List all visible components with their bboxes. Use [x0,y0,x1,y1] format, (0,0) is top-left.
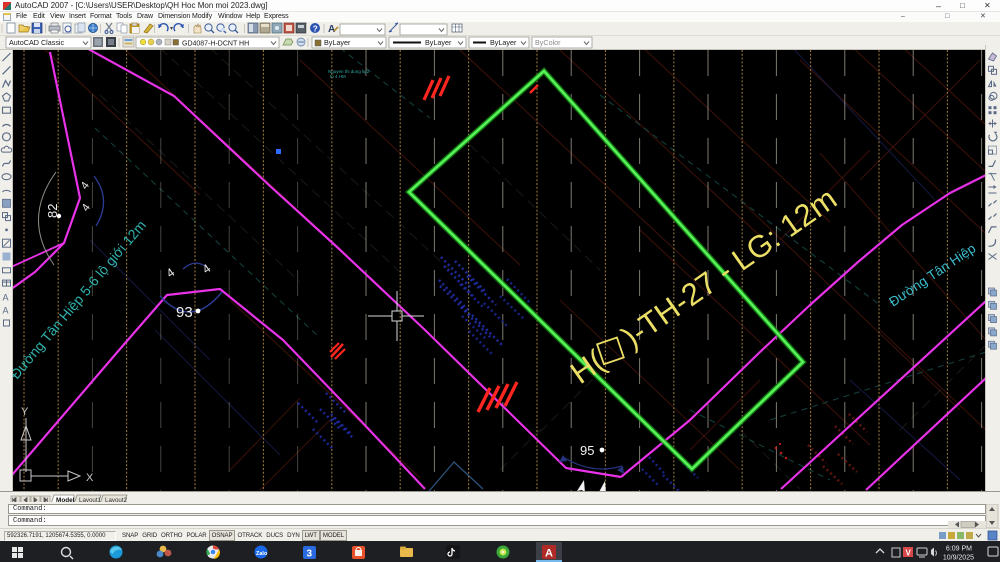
svg-text:93: 93 [176,304,193,321]
svg-text:AutoCAD Classic: AutoCAD Classic [9,38,65,47]
svg-text:V: V [906,549,912,558]
svg-text:Y: Y [21,406,29,418]
svg-text:4: 4 [79,180,92,192]
svg-text:A: A [545,548,553,560]
svg-text:3: 3 [307,549,313,560]
svg-text:6:09 PM: 6:09 PM [946,546,972,553]
svg-text:Đường Tân Hiệp: Đường Tân Hiệp [886,241,978,310]
svg-text:4: 4 [164,265,178,280]
svg-text:?: ? [313,24,318,34]
svg-text:to 4 HM: to 4 HM [330,74,346,79]
svg-text:95: 95 [580,443,594,458]
svg-text:ByLayer: ByLayer [425,38,452,47]
svg-text:A: A [328,24,335,35]
svg-text:A: A [3,306,9,316]
svg-text:Đường Tân Hiệp 5-6 lộ giới 12m: Đường Tân Hiệp 5-6 lộ giới 12m [13,217,149,382]
svg-text:ByColor: ByColor [535,38,561,47]
svg-text:4: 4 [80,202,93,214]
svg-text:X: X [86,472,94,484]
svg-text:A: A [3,292,9,302]
svg-text:GD4087-H-DCNT HH: GD4087-H-DCNT HH [182,40,249,47]
svg-text:4: 4 [200,261,214,276]
svg-text:10/9/2025: 10/9/2025 [943,555,974,562]
svg-text:ByLayer: ByLayer [324,38,351,47]
svg-text:Zalo: Zalo [256,551,268,557]
svg-text:ByLayer: ByLayer [490,38,517,47]
